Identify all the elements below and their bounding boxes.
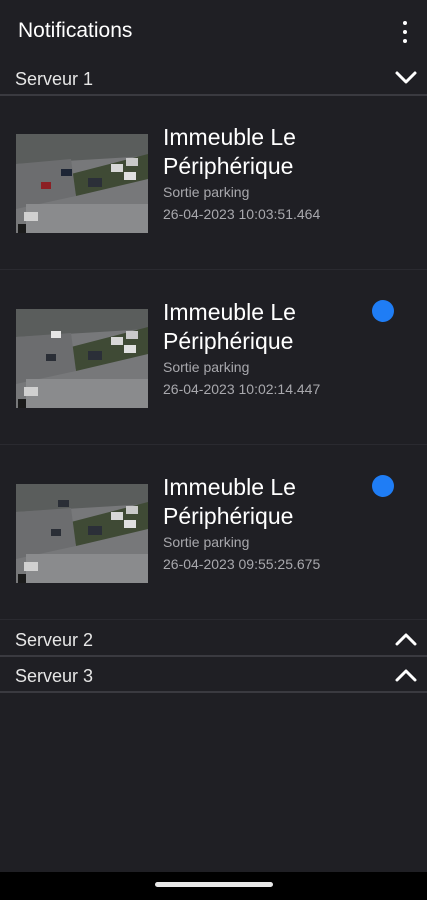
home-gesture-handle[interactable] bbox=[155, 882, 273, 887]
app-bar: Notifications bbox=[0, 0, 427, 62]
page-title: Notifications bbox=[18, 19, 133, 42]
notification-title: Immeuble Le Périphérique bbox=[163, 299, 296, 354]
notification-item[interactable]: Immeuble Le Périphérique Sortie parking … bbox=[0, 446, 427, 620]
notification-title: Immeuble Le Périphérique bbox=[163, 124, 296, 179]
server-3-label: Serveur 3 bbox=[15, 666, 94, 686]
more-vert-icon[interactable] bbox=[397, 21, 413, 43]
unread-indicator bbox=[372, 475, 394, 497]
chevron-down-icon[interactable] bbox=[393, 65, 419, 91]
notification-item[interactable]: Immeuble Le Périphérique Sortie parking … bbox=[0, 96, 427, 270]
notification-subtitle: Sortie parking bbox=[163, 534, 250, 550]
notification-timestamp: 26-04-2023 10:03:51.464 bbox=[163, 206, 321, 222]
server-2-label: Serveur 2 bbox=[15, 630, 94, 650]
notification-timestamp: 26-04-2023 09:55:25.675 bbox=[163, 556, 321, 572]
camera-thumbnail bbox=[16, 134, 148, 233]
notification-item[interactable]: Immeuble Le Périphérique Sortie parking … bbox=[0, 271, 427, 445]
notifications-screen: Notifications Serveur 1 Immeuble Le Péri… bbox=[0, 0, 427, 900]
system-navigation-bar bbox=[0, 872, 427, 900]
notification-timestamp: 26-04-2023 10:02:14.447 bbox=[163, 381, 321, 397]
server-1-header[interactable]: Serveur 1 bbox=[0, 62, 427, 96]
server-3-header[interactable]: Serveur 3 bbox=[0, 659, 427, 693]
notification-subtitle: Sortie parking bbox=[163, 184, 250, 200]
camera-thumbnail bbox=[16, 484, 148, 583]
camera-thumbnail bbox=[16, 309, 148, 408]
unread-indicator bbox=[372, 300, 394, 322]
chevron-up-icon[interactable] bbox=[393, 662, 419, 688]
chevron-up-icon[interactable] bbox=[393, 626, 419, 652]
notification-subtitle: Sortie parking bbox=[163, 359, 250, 375]
notification-title: Immeuble Le Périphérique bbox=[163, 474, 296, 529]
server-2-header[interactable]: Serveur 2 bbox=[0, 623, 427, 657]
server-1-label: Serveur 1 bbox=[15, 69, 94, 89]
